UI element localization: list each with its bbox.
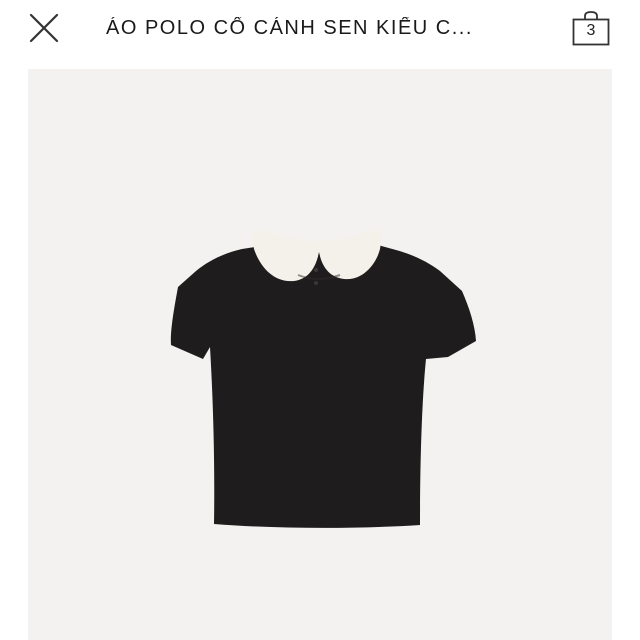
product-image — [170, 230, 476, 528]
product-image-container[interactable] — [28, 69, 612, 640]
close-button[interactable] — [24, 8, 66, 48]
top-bar: ÁO POLO CỔ CÁNH SEN KIỂU C... 3 — [0, 0, 640, 62]
close-icon — [29, 13, 59, 43]
product-title: ÁO POLO CỔ CÁNH SEN KIỂU C... — [106, 17, 473, 39]
shirt-body — [170, 245, 476, 528]
placket-button — [314, 281, 318, 285]
placket-button — [313, 267, 319, 273]
bag-count-badge: 3 — [586, 22, 596, 39]
shopping-bag-button[interactable]: 3 — [569, 9, 613, 49]
product-detail-screen: ÁO POLO CỔ CÁNH SEN KIỂU C... 3 — [0, 0, 640, 640]
